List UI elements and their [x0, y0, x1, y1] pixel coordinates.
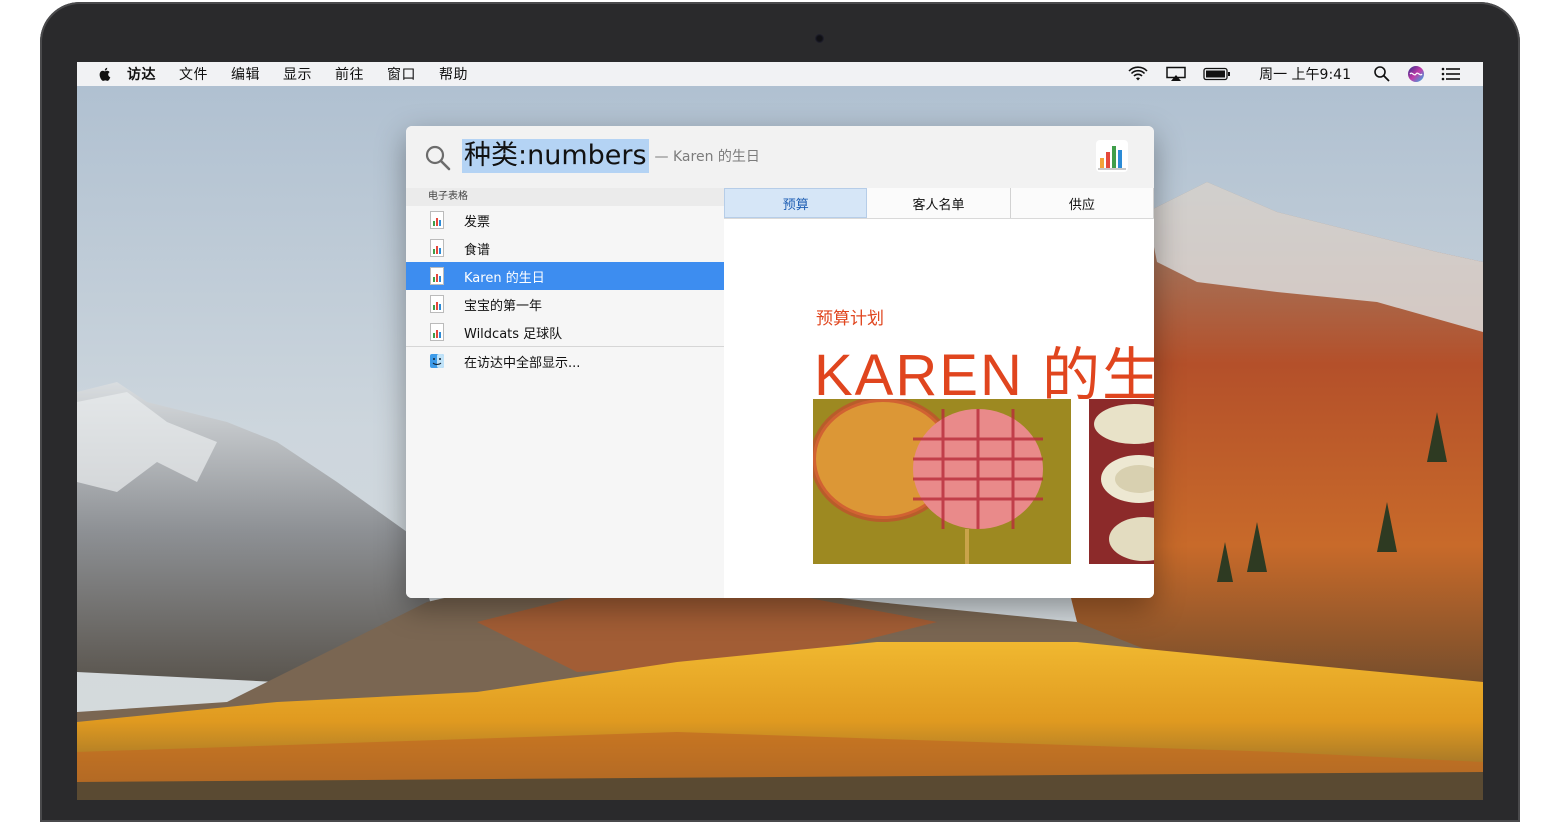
result-item-wildcats[interactable]: Wildcats 足球队 — [406, 318, 724, 346]
notification-center-icon[interactable] — [1441, 67, 1461, 81]
menu-view[interactable]: 显示 — [283, 64, 312, 84]
menu-edit[interactable]: 编辑 — [231, 64, 260, 84]
tab-guest-list[interactable]: 客人名单 — [867, 188, 1011, 218]
result-label: Karen 的生日 — [464, 270, 545, 286]
document-preview: 预算 客人名单 供应 预算计划 KAREN 的生 — [724, 188, 1154, 598]
numbers-document-icon — [430, 267, 444, 285]
spotlight-window: 种类:numbers — Karen 的生日 电子表格 发票 食谱 Karen … — [406, 126, 1154, 598]
search-icon — [425, 145, 451, 171]
siri-icon[interactable] — [1407, 65, 1425, 83]
spotlight-search-icon[interactable] — [1373, 65, 1391, 83]
numbers-document-icon — [430, 211, 444, 229]
airplay-icon[interactable] — [1165, 66, 1187, 82]
result-item-baby-first-year[interactable]: 宝宝的第一年 — [406, 290, 724, 318]
tab-supplies[interactable]: 供应 — [1010, 188, 1154, 218]
table-setting-photo — [1089, 399, 1154, 564]
menu-finder[interactable]: 访达 — [127, 64, 156, 84]
menu-clock[interactable]: 周一 上午9:41 — [1259, 64, 1351, 84]
result-label: Wildcats 足球队 — [464, 326, 563, 342]
show-all-label: 在访达中全部显示... — [464, 355, 581, 371]
menu-go[interactable]: 前往 — [335, 64, 364, 84]
spotlight-query-field[interactable]: 种类:numbers — Karen 的生日 — [462, 139, 760, 173]
result-label: 宝宝的第一年 — [464, 298, 543, 314]
sheet-tabs: 预算 客人名单 供应 — [724, 188, 1154, 219]
numbers-document-icon — [430, 323, 444, 341]
preview-subtitle: 预算计划 — [816, 309, 884, 329]
result-item-karen-birthday[interactable]: Karen 的生日 — [406, 262, 724, 290]
menu-bar: 访达 文件 编辑 显示 前往 窗口 帮助 周一 上午9:41 — [77, 62, 1483, 86]
search-completion-hint: — Karen 的生日 — [654, 149, 760, 165]
screen: 访达 文件 编辑 显示 前往 窗口 帮助 周一 上午9:41 种类:number… — [77, 62, 1483, 800]
battery-icon[interactable] — [1203, 67, 1231, 81]
apple-logo-icon[interactable] — [97, 66, 113, 82]
spotlight-results-list: 电子表格 发票 食谱 Karen 的生日 宝宝的第一年 Wildcats 足球队 — [406, 188, 725, 598]
menu-help[interactable]: 帮助 — [439, 64, 468, 84]
spotlight-search-bar[interactable]: 种类:numbers — Karen 的生日 — [406, 126, 1154, 189]
numbers-document-icon — [430, 239, 444, 257]
result-item-recipes[interactable]: 食谱 — [406, 234, 724, 262]
menu-window[interactable]: 窗口 — [387, 64, 416, 84]
result-label: 食谱 — [464, 242, 491, 258]
finder-icon — [430, 354, 444, 368]
camera — [815, 34, 824, 43]
numbers-document-icon — [430, 295, 444, 313]
section-header-spreadsheets: 电子表格 — [406, 188, 724, 206]
numbers-app-icon — [1096, 140, 1128, 172]
show-all-in-finder[interactable]: 在访达中全部显示... — [406, 347, 724, 375]
result-item-invoice[interactable]: 发票 — [406, 206, 724, 234]
menu-file[interactable]: 文件 — [179, 64, 208, 84]
tab-budget[interactable]: 预算 — [724, 188, 868, 218]
search-query-text[interactable]: 种类:numbers — [462, 139, 649, 173]
wifi-icon[interactable] — [1127, 66, 1149, 82]
result-label: 发票 — [464, 214, 491, 230]
lanterns-photo — [813, 399, 1071, 564]
